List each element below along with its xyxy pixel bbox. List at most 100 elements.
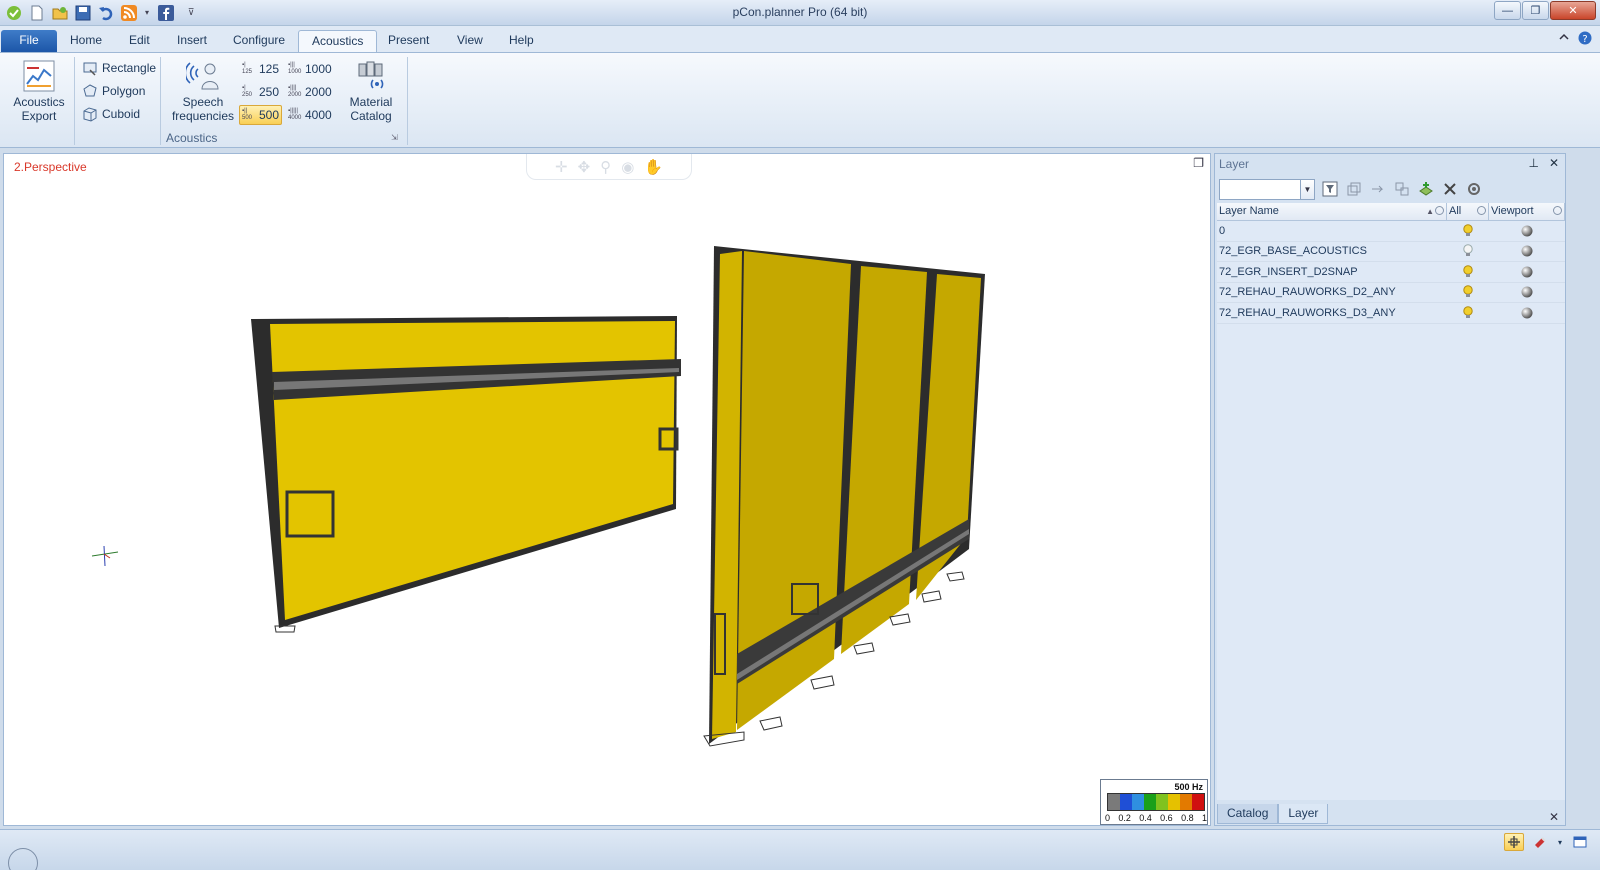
layer-row[interactable]: 72_REHAU_RAUWORKS_D2_ANY — [1217, 282, 1565, 303]
zoom-icon[interactable]: ⚲ — [600, 158, 611, 176]
tab-home[interactable]: Home — [57, 30, 115, 52]
frequency-2000-button[interactable]: ▪|||| 2000 2000 — [286, 82, 334, 102]
magnet-icon[interactable] — [1530, 833, 1550, 851]
lightbulb-icon — [1463, 244, 1473, 257]
collapse-ribbon-icon[interactable] — [1558, 31, 1570, 48]
tab-file[interactable]: File — [1, 30, 57, 52]
rectangle-icon — [83, 62, 97, 76]
chart-export-icon — [22, 59, 56, 93]
panel-tabs-close-icon[interactable]: ✕ — [1549, 810, 1559, 824]
panel-close-icon[interactable]: ✕ — [1549, 156, 1559, 170]
frequency-250-button[interactable]: ▪| 250 250 — [240, 82, 281, 102]
viewport-restore-icon[interactable]: ❐ — [1193, 156, 1204, 170]
visibility-toggle[interactable] — [1447, 262, 1489, 282]
lightbulb-icon — [1463, 265, 1473, 277]
frequency-4000-button[interactable]: ▪||||| 4000 4000 — [286, 105, 334, 125]
restore-button[interactable]: ❐ — [1522, 1, 1549, 20]
cuboid-button[interactable]: Cuboid — [82, 104, 140, 124]
tab-configure[interactable]: Configure — [220, 30, 298, 52]
chevron-down-icon[interactable]: ▾ — [1556, 833, 1564, 851]
lightbulb-icon — [1463, 285, 1473, 298]
viewport-visibility-toggle[interactable] — [1489, 262, 1565, 282]
frequency-1000-button[interactable]: ▪||| 1000 1000 — [286, 59, 334, 79]
viewport-visibility-toggle[interactable] — [1489, 221, 1565, 241]
frequency-4000-label: 4000 — [305, 108, 332, 122]
acoustics-export-button[interactable]: Acoustics Export — [10, 59, 68, 123]
frequency-2000-icon: ▪|||| 2000 — [288, 85, 302, 98]
tab-present[interactable]: Present — [375, 30, 442, 52]
sphere-icon — [1521, 245, 1533, 257]
column-header-viewport[interactable]: Viewport — [1489, 203, 1565, 220]
tab-insert[interactable]: Insert — [164, 30, 220, 52]
frequency-125-icon: ▪| 125 — [242, 62, 253, 75]
layer-row[interactable]: 72_EGR_BASE_ACOUSTICS — [1217, 241, 1565, 262]
move-icon[interactable]: ✥ — [578, 158, 591, 176]
viewport-label[interactable]: 2.Perspective — [14, 160, 87, 174]
tab-edit[interactable]: Edit — [116, 30, 163, 52]
layer-settings-icon[interactable] — [1465, 180, 1483, 198]
legend-tick: 0.6 — [1160, 813, 1173, 823]
legend-frequency: 500 Hz — [1174, 782, 1203, 792]
add-layer-icon[interactable] — [1417, 180, 1435, 198]
layer-row[interactable]: 0 — [1217, 221, 1565, 242]
copy-layer-icon[interactable] — [1345, 180, 1363, 198]
layer-row[interactable]: 72_REHAU_RAUWORKS_D3_ANY — [1217, 303, 1565, 324]
visibility-toggle[interactable] — [1447, 303, 1489, 323]
legend-tick: 0 — [1105, 813, 1111, 823]
eye-icon[interactable]: ◉ — [621, 158, 634, 176]
move-to-layer-icon[interactable] — [1369, 180, 1387, 198]
acoustic-panel-left — [251, 316, 681, 633]
status-indicator — [8, 848, 38, 870]
frequency-500-button[interactable]: ▪|| 500 500 — [239, 105, 283, 125]
pin-icon[interactable]: ⊥ — [1528, 156, 1538, 170]
tab-catalog[interactable]: Catalog — [1217, 804, 1279, 824]
viewport-visibility-toggle[interactable] — [1489, 241, 1565, 261]
minimize-button[interactable]: — — [1494, 1, 1521, 20]
delete-layer-icon[interactable] — [1441, 180, 1459, 198]
column-header-layer-name[interactable]: Layer Name ▲ — [1217, 203, 1447, 220]
layer-filter-input[interactable] — [1219, 178, 1301, 200]
polygon-icon — [83, 84, 97, 97]
material-catalog-label: Material Catalog — [349, 95, 393, 123]
group-launcher-icon[interactable]: ⇲ — [391, 133, 398, 142]
scene-canvas[interactable] — [4, 154, 1210, 825]
hand-icon[interactable]: ✋ — [644, 158, 663, 176]
snap-icon[interactable] — [1504, 833, 1524, 851]
frequency-125-button[interactable]: ▪| 125 125 — [240, 59, 281, 79]
column-filter-icon[interactable] — [1477, 206, 1486, 215]
legend-tick: 0.8 — [1181, 813, 1194, 823]
tab-view[interactable]: View — [444, 30, 496, 52]
layer-name: 0 — [1219, 224, 1226, 237]
frequency-125-label: 125 — [259, 62, 280, 76]
window-controls: — ❐ ✕ — [1493, 1, 1596, 20]
column-filter-icon[interactable] — [1435, 206, 1444, 215]
frequency-250-icon: ▪| 250 — [242, 85, 253, 98]
merge-layer-icon[interactable] — [1393, 180, 1411, 198]
viewport-3d[interactable]: 2.Perspective ✛ ✥ ⚲ ◉ ✋ ❐ 500 Hz 0 0.2 0… — [3, 153, 1211, 826]
visibility-toggle[interactable] — [1447, 241, 1489, 261]
frequency-1000-icon: ▪||| 1000 — [288, 62, 302, 75]
visibility-toggle[interactable] — [1447, 282, 1489, 302]
column-filter-icon[interactable] — [1553, 206, 1562, 215]
pan-icon[interactable]: ✛ — [555, 158, 568, 176]
rectangle-button[interactable]: Rectangle — [82, 58, 156, 78]
close-button[interactable]: ✕ — [1550, 1, 1596, 20]
material-catalog-button[interactable]: Material Catalog — [342, 59, 400, 123]
viewport-visibility-toggle[interactable] — [1489, 282, 1565, 302]
filter-icon[interactable] — [1321, 180, 1339, 198]
layer-row[interactable]: 72_EGR_INSERT_D2SNAP — [1217, 262, 1565, 283]
speech-frequencies-button[interactable]: Speech frequencies — [168, 59, 238, 123]
viewport-visibility-toggle[interactable] — [1489, 303, 1565, 323]
legend-ticks: 0 0.2 0.4 0.6 0.8 1 — [1105, 813, 1207, 823]
layer-table-header: Layer Name ▲ All Viewport — [1217, 203, 1565, 221]
help-icon[interactable]: ? — [1578, 31, 1592, 48]
tab-help[interactable]: Help — [496, 30, 547, 52]
frequency-4000-icon: ▪||||| 4000 — [288, 108, 302, 121]
column-header-all[interactable]: All — [1447, 203, 1489, 220]
tab-layer[interactable]: Layer — [1278, 804, 1329, 824]
polygon-button[interactable]: Polygon — [82, 81, 145, 101]
visibility-toggle[interactable] — [1447, 221, 1489, 241]
tab-acoustics[interactable]: Acoustics — [298, 30, 378, 52]
window-icon[interactable] — [1570, 833, 1590, 851]
chevron-down-icon[interactable]: ▼ — [1301, 178, 1315, 200]
